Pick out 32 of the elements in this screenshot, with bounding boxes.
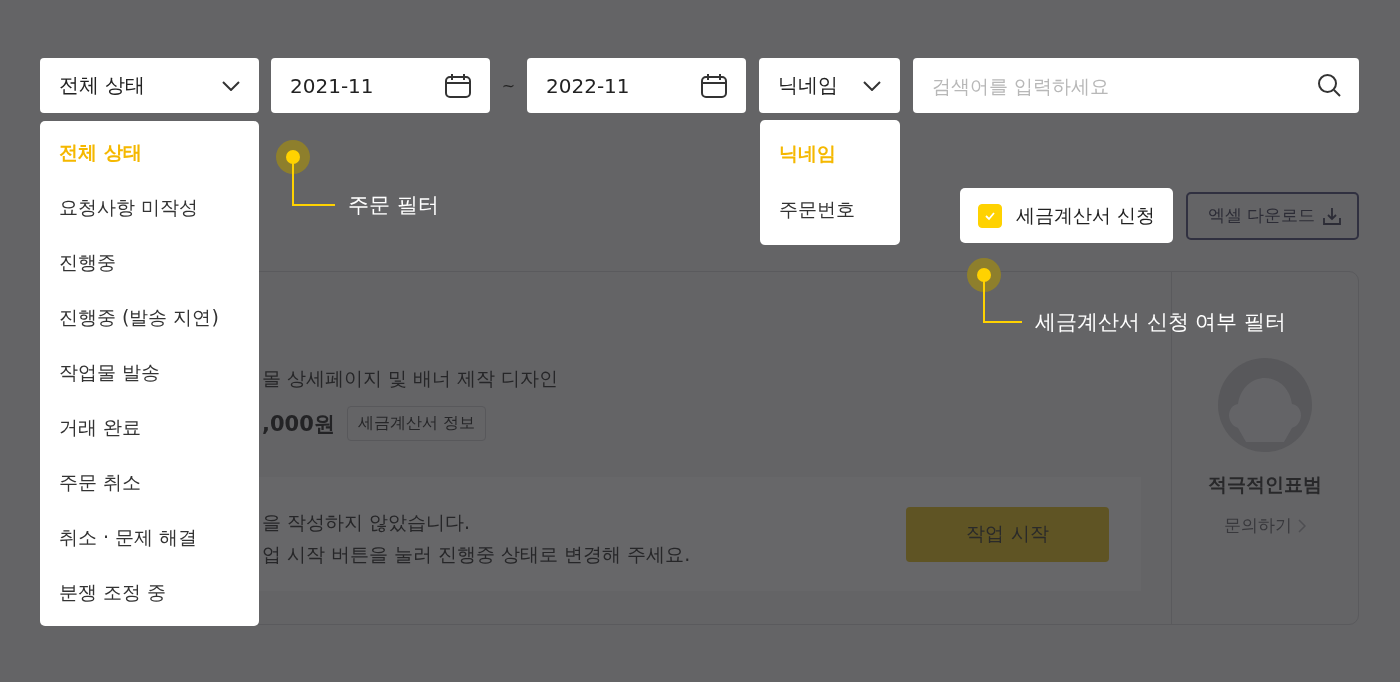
menu-item[interactable]: 진행중 (발송 지연)	[40, 290, 259, 345]
calendar-icon	[701, 73, 727, 98]
search-field[interactable]: 검색어를 입력하세요	[913, 58, 1359, 113]
seller-name: 적극적인표범	[1208, 472, 1322, 497]
chevron-down-icon	[863, 80, 881, 91]
callout-label: 주문 필터	[348, 192, 439, 219]
checkbox-label: 세금계산서 신청	[1015, 202, 1155, 228]
notice-text: 업 시작 버튼을 눌러 진행중 상태로 변경해 주세요.	[262, 542, 691, 567]
order-title: 몰 상세페이지 및 배너 제작 디자인	[262, 366, 560, 391]
range-separator: ~	[500, 76, 517, 95]
menu-item[interactable]: 요청사항 미작성	[40, 180, 259, 235]
menu-item[interactable]: 진행중	[40, 235, 259, 290]
check-icon	[983, 210, 996, 221]
search-icon	[1317, 73, 1341, 97]
tax-invoice-checkbox[interactable]: 세금계산서 신청	[959, 188, 1173, 243]
menu-item[interactable]: 취소 · 문제 해결	[40, 510, 259, 565]
search-type-select[interactable]: 닉네임	[759, 58, 900, 113]
date-field[interactable]: 2021-11	[271, 58, 490, 113]
download-icon	[1323, 206, 1341, 225]
menu-item[interactable]: 주문 취소	[40, 455, 259, 510]
calendar-icon	[445, 73, 471, 98]
order-price: ,000원	[262, 410, 335, 438]
menu-item[interactable]: 주문번호	[760, 182, 900, 238]
chevron-down-icon	[222, 80, 240, 91]
notice-text: 을 작성하지 않았습니다.	[262, 510, 472, 535]
date-field[interactable]: 2022-11	[527, 58, 746, 113]
menu-item[interactable]: 거래 완료	[40, 400, 259, 455]
menu-item[interactable]: 작업물 발송	[40, 345, 259, 400]
menu-item[interactable]: 분쟁 조정 중	[40, 565, 259, 620]
checkbox[interactable]	[977, 203, 1002, 228]
callout-label: 세금계산서 신청 여부 필터	[1035, 309, 1287, 336]
status-select[interactable]: 전체 상태	[40, 58, 259, 113]
